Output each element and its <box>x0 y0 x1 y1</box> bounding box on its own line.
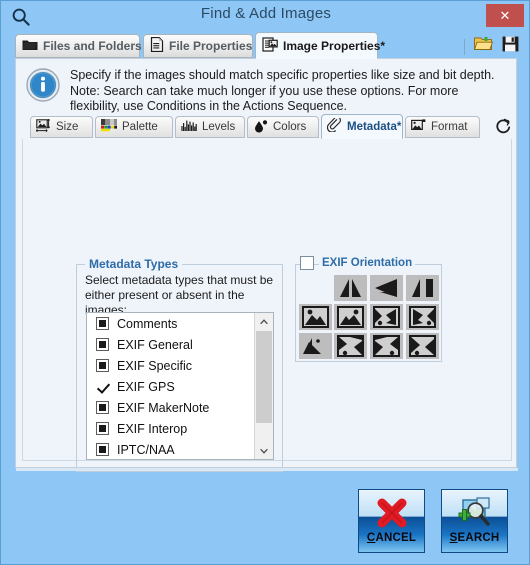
list-item-label: EXIF Interop <box>117 421 188 436</box>
levels-histogram-icon <box>181 119 197 135</box>
orientation-cell-rotate-90[interactable] <box>370 304 403 330</box>
toolbar-icons <box>464 36 519 57</box>
title-bar: Find & Add Images ✕ <box>1 1 530 31</box>
list-item-label: EXIF GPS <box>117 379 175 394</box>
orientation-cell-transverse[interactable] <box>334 333 367 359</box>
checkbox-partial-icon[interactable] <box>96 317 109 330</box>
metadata-types-rows: Comments EXIF General EXIF Specific EXIF… <box>87 313 255 459</box>
tab-files-and-folders[interactable]: Files and Folders <box>15 34 142 58</box>
list-item-label: EXIF General <box>117 337 193 352</box>
tab-label: File Properties <box>169 39 253 53</box>
format-image-icon <box>411 119 426 135</box>
exif-orientation-grid <box>299 275 440 359</box>
list-item-label: Comments <box>117 316 178 331</box>
subtab-label: Levels <box>202 121 236 133</box>
chevron-down-icon[interactable] <box>255 442 273 459</box>
colors-droplet-icon <box>253 119 268 136</box>
magnifier-add-icon <box>455 496 495 530</box>
cancel-button-label: CANCEL <box>367 532 416 544</box>
search-button-label: SEARCH <box>450 532 500 544</box>
subtab-levels[interactable]: Levels <box>175 116 245 138</box>
subtab-label: Size <box>56 121 79 133</box>
find-add-images-window: Find & Add Images ✕ Files and Folders Fi… <box>0 0 530 565</box>
toolbar-divider <box>464 38 465 55</box>
save-disk-icon[interactable] <box>502 36 519 57</box>
metadata-types-legend: Metadata Types <box>85 257 183 271</box>
orientation-cell-mirror-h[interactable] <box>334 304 367 330</box>
checkbox-partial-icon[interactable] <box>96 359 109 372</box>
tab-label: Image Properties* <box>283 38 386 53</box>
orientation-cell-flip-h[interactable] <box>334 275 367 301</box>
list-item[interactable]: EXIF General <box>87 334 255 355</box>
metadata-types-listbox[interactable]: Comments EXIF General EXIF Specific EXIF… <box>86 312 274 460</box>
list-item[interactable]: IPTC/NAA <box>87 439 255 459</box>
red-x-icon <box>372 496 412 530</box>
listbox-scrollbar[interactable] <box>254 313 273 459</box>
tab-image-properties[interactable]: Image Properties* <box>255 32 385 59</box>
folder-icon <box>22 38 38 54</box>
subtab-palette[interactable]: Palette <box>95 116 173 138</box>
size-icon <box>35 118 51 136</box>
tab-label: Files and Folders <box>43 39 142 53</box>
subtab-label: Palette <box>122 121 158 133</box>
image-document-icon <box>262 36 278 55</box>
exif-orientation-group: EXIF Orientation <box>295 256 442 362</box>
subtab-size[interactable]: Size <box>30 116 93 138</box>
window-title: Find & Add Images <box>200 5 332 22</box>
subtab-label: Metadata* <box>347 120 402 133</box>
paperclip-icon <box>326 116 342 135</box>
orientation-cell-rotate-270[interactable] <box>406 304 439 330</box>
document-icon <box>150 36 164 55</box>
checkbox-partial-icon[interactable] <box>96 401 109 414</box>
orientation-cell-rotate-180[interactable] <box>370 275 403 301</box>
open-folder-icon[interactable] <box>473 36 494 57</box>
list-item[interactable]: EXIF Interop <box>87 418 255 439</box>
cancel-rest: ANCEL <box>375 532 417 544</box>
list-item[interactable]: Comments <box>87 313 255 334</box>
info-circle-icon <box>25 67 61 103</box>
search-rest: EARCH <box>457 532 500 544</box>
orientation-cell-normal[interactable] <box>299 304 332 330</box>
panel-shadow <box>16 468 518 471</box>
exif-orientation-checkbox[interactable] <box>300 256 314 270</box>
list-item[interactable]: EXIF GPS <box>87 376 255 397</box>
subtab-label: Format <box>431 121 468 133</box>
orientation-cell-rot90-mirror[interactable] <box>370 333 403 359</box>
orientation-cell-rot270-mirror[interactable] <box>406 333 439 359</box>
list-item[interactable]: EXIF Specific <box>87 355 255 376</box>
tab-file-properties[interactable]: File Properties <box>143 34 253 58</box>
subtab-format[interactable]: Format <box>405 116 480 138</box>
refresh-icon[interactable] <box>494 118 512 136</box>
orientation-cell-flip-v[interactable] <box>406 275 439 301</box>
list-item[interactable]: EXIF MakerNote <box>87 397 255 418</box>
list-item-label: IPTC/NAA <box>117 442 175 457</box>
palette-icon <box>101 119 117 135</box>
checkbox-partial-icon[interactable] <box>96 338 109 351</box>
orientation-cell-transpose[interactable] <box>299 333 332 359</box>
metadata-types-group: Metadata Types Select metadata types tha… <box>76 257 283 472</box>
search-button[interactable]: SEARCH <box>441 489 508 553</box>
scrollbar-thumb[interactable] <box>256 331 272 423</box>
list-item-label: EXIF Specific <box>117 358 193 373</box>
content-panel: Specify if the images should match speci… <box>15 58 518 472</box>
checkbox-checked-icon[interactable] <box>96 380 109 393</box>
subtab-colors[interactable]: Colors <box>247 116 319 138</box>
cancel-button[interactable]: CANCEL <box>358 489 425 553</box>
checkbox-partial-icon[interactable] <box>96 443 109 456</box>
close-button[interactable]: ✕ <box>486 4 524 27</box>
checkbox-partial-icon[interactable] <box>96 422 109 435</box>
subtab-metadata[interactable]: Metadata* <box>321 114 403 139</box>
info-text: Specify if the images should match speci… <box>70 68 495 113</box>
main-tab-strip: Files and Folders File Properties Image … <box>1 31 530 59</box>
exif-orientation-legend: EXIF Orientation <box>319 257 416 269</box>
sub-tab-strip: Size Palette Levels Colors Metadata* For… <box>16 114 518 139</box>
subtab-label: Colors <box>273 121 307 133</box>
list-item-label: EXIF MakerNote <box>117 400 210 415</box>
chevron-up-icon[interactable] <box>255 313 273 330</box>
